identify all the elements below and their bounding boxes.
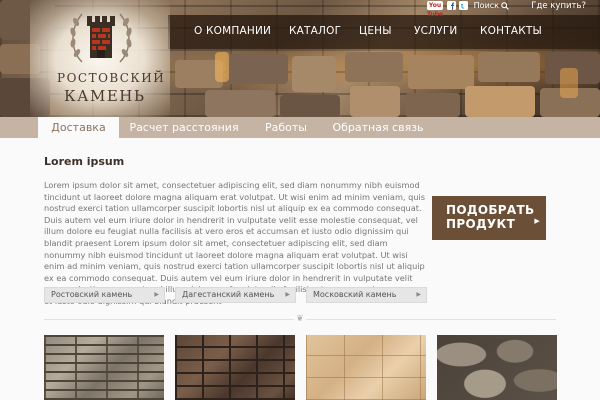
nav-item-catalog[interactable]: КАТАЛОГ xyxy=(289,25,341,37)
stone-thumbnail-travertine[interactable] xyxy=(306,335,426,400)
twitter-icon[interactable] xyxy=(459,1,468,10)
stone-decor xyxy=(408,55,474,89)
arrow-right-icon: ▶ xyxy=(285,291,290,298)
where-to-buy-link[interactable]: Где купить? xyxy=(531,1,586,11)
logo-text-line2: КАМЕНЬ xyxy=(64,87,146,105)
stone-decor xyxy=(350,86,400,117)
header-banner: РОСТОВСКИЙ КАМЕНЬ You Tube Поиск Где куп… xyxy=(0,0,600,117)
category-label: Дагестанский камень xyxy=(182,290,275,299)
category-button-moscow[interactable]: Московский камень ▶ xyxy=(306,287,427,303)
arrow-right-icon: ▶ xyxy=(154,291,159,298)
stone-decor xyxy=(345,52,403,82)
tower-logo-icon[interactable] xyxy=(68,6,134,68)
category-label: Ростовский камень xyxy=(51,290,133,299)
youtube-icon[interactable]: You Tube xyxy=(427,1,443,18)
tab-distance-calc[interactable]: Расчет расстояния xyxy=(126,117,242,138)
nav-item-contacts[interactable]: КОНТАКТЫ xyxy=(480,25,542,37)
category-button-dagestan[interactable]: Дагестанский камень ▶ xyxy=(175,287,296,303)
stone-decor xyxy=(405,93,460,117)
stone-decor xyxy=(280,95,340,117)
search-icon[interactable] xyxy=(501,2,509,10)
select-product-label-line1: ПОДОБРАТЬ xyxy=(446,203,535,217)
stone-decor xyxy=(205,90,275,117)
tabs-bar: Доставка Расчет расстояния Работы Обратн… xyxy=(0,117,600,138)
search-link[interactable]: Поиск xyxy=(474,1,499,10)
nav-item-prices[interactable]: ЦЕНЫ xyxy=(359,25,392,37)
nav-item-about[interactable]: О КОМПАНИИ xyxy=(194,25,271,37)
facebook-icon[interactable] xyxy=(447,1,456,10)
arrow-right-icon: ▶ xyxy=(416,291,421,298)
nav-item-services[interactable]: УСЛУГИ xyxy=(414,25,457,37)
stone-decor xyxy=(478,52,540,82)
stone-decor xyxy=(465,86,535,117)
category-label: Московский камень xyxy=(313,290,397,299)
stone-thumbnail-rubble[interactable] xyxy=(437,335,557,400)
stone-thumbnail-gray-ledge[interactable] xyxy=(44,335,164,400)
select-product-button[interactable]: ПОДОБРАТЬ ПРОДУКТ ▶ xyxy=(432,196,546,240)
lamp-glow xyxy=(560,68,578,98)
category-button-rostov[interactable]: Ростовский камень ▶ xyxy=(44,287,165,303)
tab-delivery[interactable]: Доставка xyxy=(38,117,119,138)
lamp-glow xyxy=(215,52,229,82)
logo-text-line1: РОСТОВСКИЙ xyxy=(57,71,166,85)
tab-works[interactable]: Работы xyxy=(256,117,316,138)
heart-ornament-icon: ❦ xyxy=(294,314,306,324)
tab-feedback[interactable]: Обратная связь xyxy=(328,117,428,138)
stone-decor xyxy=(292,56,336,92)
stone-thumbnail-dark-brown[interactable] xyxy=(175,335,295,400)
page-title: Lorem ipsum xyxy=(44,155,125,168)
arrow-right-icon: ▶ xyxy=(534,217,540,225)
stone-decor xyxy=(226,54,288,84)
select-product-label-line2: ПРОДУКТ xyxy=(446,217,516,231)
